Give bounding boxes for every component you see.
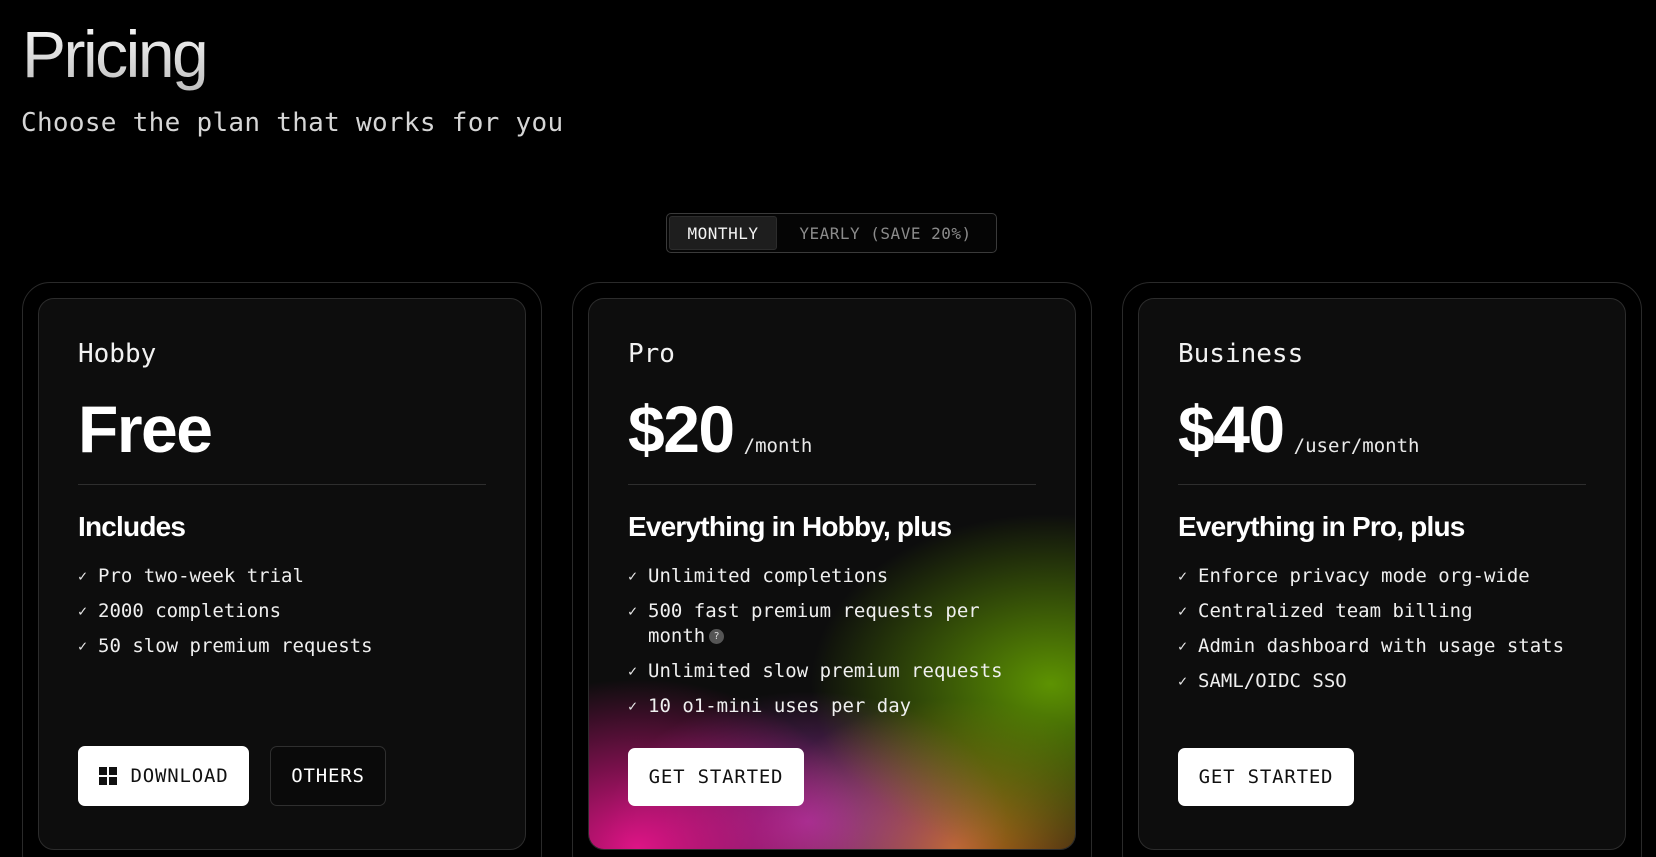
price-unit: /user/month <box>1293 435 1420 457</box>
get-started-button[interactable]: GET STARTED <box>1178 748 1354 806</box>
feature-list: ✓ Pro two-week trial ✓ 2000 completions ✓ 5… <box>78 564 486 669</box>
others-button-label: OTHERS <box>291 765 365 787</box>
price-row: $20 /month <box>628 391 812 467</box>
feature-item: ✓ 500 fast premium requests per month? <box>628 599 1036 649</box>
feature-item: ✓ 50 slow premium requests <box>78 634 486 659</box>
plan-price: Free <box>78 392 213 466</box>
price-row: Free <box>78 391 213 467</box>
pricing-page: Pricing Choose the plan that works for y… <box>0 0 1656 857</box>
others-button[interactable]: OTHERS <box>270 746 386 806</box>
includes-heading: Everything in Hobby, plus <box>628 511 952 542</box>
monthly-toggle-button[interactable]: MONTHLY <box>669 216 777 250</box>
check-icon: ✓ <box>628 697 638 715</box>
plan-card-pro-panel: Pro $20 /month Everything in Hobby, plus… <box>588 298 1076 850</box>
price-row: $40 /user/month <box>1178 391 1419 467</box>
divider <box>78 484 486 485</box>
feature-text: Unlimited completions <box>648 565 889 587</box>
check-icon: ✓ <box>1178 602 1188 620</box>
feature-text: Unlimited slow premium requests <box>648 660 1003 682</box>
feature-text: 50 slow premium requests <box>98 635 373 657</box>
plan-name: Pro <box>628 339 675 369</box>
check-icon: ✓ <box>1178 672 1188 690</box>
plan-card-business-panel: Business $40 /user/month Everything in P… <box>1138 298 1626 850</box>
plan-card-hobby-panel: Hobby Free Includes ✓ Pro two-week trial … <box>38 298 526 850</box>
feature-item: ✓ 10 o1-mini uses per day <box>628 694 1036 719</box>
check-icon: ✓ <box>78 637 88 655</box>
get-started-label: GET STARTED <box>1198 766 1334 788</box>
page-title: Pricing <box>22 14 209 94</box>
feature-text: Enforce privacy mode org-wide <box>1198 565 1530 587</box>
help-icon[interactable]: ? <box>709 629 725 644</box>
check-icon: ✓ <box>628 662 638 680</box>
feature-text: 2000 completions <box>98 600 282 622</box>
plan-card-business: Business $40 /user/month Everything in P… <box>1122 282 1642 857</box>
billing-toggle: MONTHLY YEARLY (SAVE 20%) <box>666 213 997 253</box>
feature-item: ✓ Centralized team billing <box>1178 599 1586 624</box>
plan-price: $40 <box>1178 392 1285 466</box>
plan-name: Hobby <box>78 339 157 369</box>
price-unit: /month <box>743 435 813 457</box>
get-started-button[interactable]: GET STARTED <box>628 748 804 806</box>
feature-text: SAML/OIDC SSO <box>1198 670 1347 692</box>
feature-item: ✓ SAML/OIDC SSO <box>1178 669 1586 694</box>
check-icon: ✓ <box>78 567 88 585</box>
button-row: GET STARTED <box>628 748 804 806</box>
plan-name: Business <box>1178 339 1304 369</box>
feature-text: Centralized team billing <box>1198 600 1473 622</box>
plan-price: $20 <box>628 392 735 466</box>
button-row: DOWNLOAD OTHERS <box>78 746 386 806</box>
plan-card-hobby: Hobby Free Includes ✓ Pro two-week trial … <box>22 282 542 857</box>
download-button[interactable]: DOWNLOAD <box>78 746 249 806</box>
feature-item: ✓ Unlimited completions <box>628 564 1036 589</box>
feature-text: Pro two-week trial <box>98 565 304 587</box>
feature-text: Admin dashboard with usage stats <box>1198 635 1565 657</box>
check-icon: ✓ <box>628 602 638 620</box>
includes-heading: Includes <box>78 511 186 542</box>
yearly-toggle-button[interactable]: YEARLY (SAVE 20%) <box>777 216 994 250</box>
plan-card-pro: Pro $20 /month Everything in Hobby, plus… <box>572 282 1092 857</box>
feature-item: ✓ Admin dashboard with usage stats <box>1178 634 1586 659</box>
windows-icon <box>98 767 117 785</box>
get-started-label: GET STARTED <box>648 766 784 788</box>
includes-heading: Everything in Pro, plus <box>1178 511 1465 542</box>
feature-text: 10 o1-mini uses per day <box>648 695 912 717</box>
page-subtitle: Choose the plan that works for you <box>21 108 564 138</box>
feature-item: ✓ Pro two-week trial <box>78 564 486 589</box>
divider <box>1178 484 1586 485</box>
feature-item: ✓ Unlimited slow premium requests <box>628 659 1036 684</box>
check-icon: ✓ <box>1178 567 1188 585</box>
button-row: GET STARTED <box>1178 748 1354 806</box>
feature-item: ✓ Enforce privacy mode org-wide <box>1178 564 1586 589</box>
check-icon: ✓ <box>628 567 638 585</box>
feature-text: 500 fast premium requests per month <box>648 600 980 647</box>
check-icon: ✓ <box>1178 637 1188 655</box>
feature-list: ✓ Unlimited completions ✓ 500 fast premium… <box>628 564 1036 729</box>
feature-list: ✓ Enforce privacy mode org-wide ✓ Centrali… <box>1178 564 1586 704</box>
feature-item: ✓ 2000 completions <box>78 599 486 624</box>
divider <box>628 484 1036 485</box>
check-icon: ✓ <box>78 602 88 620</box>
download-button-label: DOWNLOAD <box>130 765 229 787</box>
